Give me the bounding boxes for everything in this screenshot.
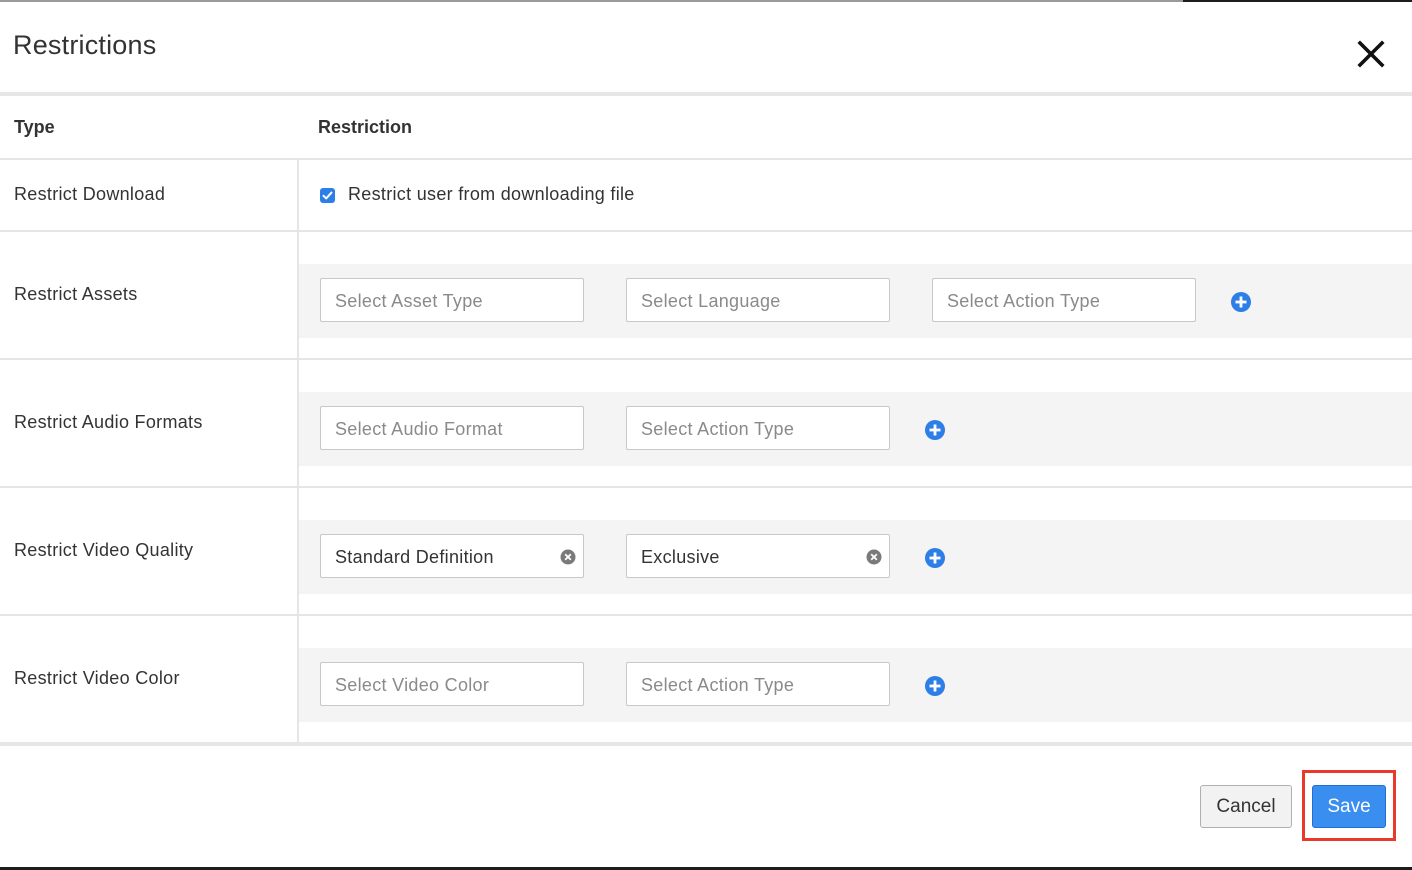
row-label-restrict-download: Restrict Download (14, 184, 166, 204)
audio-format-select[interactable]: Select Audio Format (320, 406, 584, 450)
assets-action-type-select-placeholder: Select Action Type (947, 291, 1101, 311)
close-icon (1357, 40, 1385, 68)
video-quality-select-value: Standard Definition (335, 547, 494, 567)
row-divider (0, 230, 1412, 232)
row-label-restrict-audio-formats: Restrict Audio Formats (14, 412, 203, 432)
save-button[interactable]: Save (1312, 785, 1386, 828)
restrict-download-checkbox-label[interactable]: Restrict user from downloading file (348, 184, 635, 205)
footer-divider (0, 742, 1412, 746)
asset-type-select[interactable]: Select Asset Type (320, 278, 584, 322)
video-color-select-placeholder: Select Video Color (335, 675, 490, 695)
row-label-restrict-video-color: Restrict Video Color (14, 668, 180, 688)
checkmark-icon (322, 191, 333, 200)
video-quality-action-type-select-value: Exclusive (641, 547, 720, 567)
video-color-action-type-select[interactable]: Select Action Type (626, 662, 890, 706)
row-label-restrict-video-quality: Restrict Video Quality (14, 540, 194, 560)
cancel-button[interactable]: Cancel (1200, 785, 1292, 828)
audio-action-type-select[interactable]: Select Action Type (626, 406, 890, 450)
row-divider (0, 158, 1412, 160)
restrict-download-checkbox[interactable] (320, 188, 335, 203)
close-button[interactable] (1354, 37, 1388, 71)
asset-type-select-placeholder: Select Asset Type (335, 291, 483, 311)
audio-format-select-placeholder: Select Audio Format (335, 419, 503, 439)
header-divider (0, 92, 1412, 96)
video-color-select[interactable]: Select Video Color (320, 662, 584, 706)
add-audio-restriction-plus-circle-icon[interactable] (925, 420, 945, 440)
language-select[interactable]: Select Language (626, 278, 890, 322)
row-divider (0, 486, 1412, 488)
assets-action-type-select[interactable]: Select Action Type (932, 278, 1196, 322)
row-divider (0, 358, 1412, 360)
clear-video-quality-clear-circle-icon[interactable] (560, 549, 576, 565)
modal-title: Restrictions (13, 30, 157, 60)
column-header-restriction: Restriction (318, 117, 413, 137)
video-color-action-type-select-placeholder: Select Action Type (641, 675, 795, 695)
add-video-color-restriction-plus-circle-icon[interactable] (925, 676, 945, 696)
video-quality-select[interactable]: Standard Definition (320, 534, 584, 578)
column-header-type: Type (14, 117, 55, 137)
video-quality-action-type-select[interactable]: Exclusive (626, 534, 890, 578)
row-divider (0, 614, 1412, 616)
clear-action-type-clear-circle-icon[interactable] (866, 549, 882, 565)
add-video-quality-restriction-plus-circle-icon[interactable] (925, 548, 945, 568)
modal-header: Restrictions (0, 2, 1412, 94)
audio-action-type-select-placeholder: Select Action Type (641, 419, 795, 439)
add-asset-restriction-plus-circle-icon[interactable] (1231, 292, 1251, 312)
row-label-restrict-assets: Restrict Assets (14, 284, 138, 304)
language-select-placeholder: Select Language (641, 291, 781, 311)
